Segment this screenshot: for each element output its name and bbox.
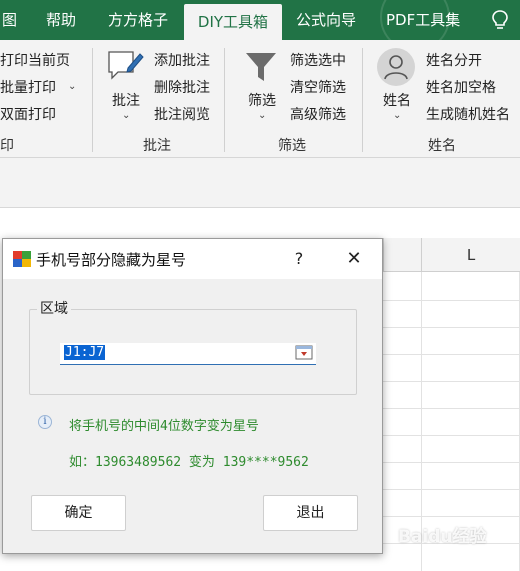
- grid-line: [383, 489, 520, 490]
- info-icon: i: [38, 415, 52, 429]
- funnel-icon[interactable]: [244, 50, 278, 84]
- chevron-down-icon[interactable]: ⌄: [393, 110, 401, 121]
- ribbon-tab-bar: 图 帮助 方方格子 DIY工具箱 公式向导 PDF工具集: [0, 0, 520, 52]
- tab-formula-wizard[interactable]: 公式向导: [296, 0, 356, 40]
- baidu-watermark: Baidu经验: [398, 527, 487, 547]
- tab-help[interactable]: 帮助: [46, 0, 76, 40]
- info-text: 将手机号的中间4位数字变为星号: [69, 419, 259, 434]
- filter-selected-button[interactable]: 筛选选中: [290, 50, 346, 70]
- name-add-space-button[interactable]: 姓名加空格: [426, 77, 496, 97]
- group-divider: [92, 48, 93, 152]
- grid-line: [383, 435, 520, 436]
- clear-filter-button[interactable]: 清空筛选: [290, 77, 346, 97]
- chevron-down-icon[interactable]: ⌄: [258, 110, 266, 121]
- grid-line: [383, 516, 520, 517]
- filter-big-button[interactable]: 筛选: [248, 90, 276, 110]
- grid-line: [383, 462, 520, 463]
- comment-big-button[interactable]: 批注: [112, 90, 140, 110]
- tab-view[interactable]: 图: [2, 0, 17, 40]
- range-group-label: 区域: [37, 298, 71, 318]
- close-button[interactable]: ✕: [341, 247, 367, 271]
- range-select-icon[interactable]: [295, 345, 313, 360]
- dialog-titlebar[interactable]: 手机号部分隐藏为星号 ? ✕: [3, 239, 382, 279]
- dialog-title: 手机号部分隐藏为星号: [36, 251, 187, 269]
- column-header[interactable]: [383, 238, 421, 272]
- filter-group-label: 筛选: [278, 138, 306, 154]
- grid-line: [383, 327, 520, 328]
- batch-print-button[interactable]: 批量打印: [0, 77, 56, 97]
- add-comment-button[interactable]: 添加批注: [154, 50, 210, 70]
- range-input[interactable]: J1:J7: [60, 343, 316, 365]
- help-button[interactable]: ?: [287, 247, 311, 271]
- tab-fangfang[interactable]: 方方格子: [108, 0, 168, 40]
- person-icon[interactable]: [376, 47, 416, 87]
- mask-phone-dialog: 手机号部分隐藏为星号 ? ✕ 区域 J1:J7 i 将手机号的中间4位数字变为星…: [2, 238, 383, 554]
- exit-button[interactable]: 退出: [263, 495, 358, 531]
- app-icon: [13, 251, 31, 267]
- grid-line: [383, 408, 520, 409]
- view-comments-button[interactable]: 批注阅览: [154, 104, 210, 124]
- column-header-l[interactable]: L: [421, 238, 520, 272]
- advanced-filter-button[interactable]: 高级筛选: [290, 104, 346, 124]
- lightbulb-icon[interactable]: [490, 9, 510, 31]
- example-text: 如：13963489562 变为 139****9562: [69, 455, 309, 470]
- tab-diy-toolbox[interactable]: DIY工具箱: [184, 4, 282, 40]
- name-big-button[interactable]: 姓名: [383, 90, 411, 110]
- split-name-button[interactable]: 姓名分开: [426, 50, 482, 70]
- group-divider: [362, 48, 363, 152]
- range-input-value: J1:J7: [64, 345, 106, 360]
- print-group-label: 印: [0, 138, 14, 154]
- tab-pdf-tools[interactable]: PDF工具集: [386, 0, 460, 40]
- grid-line: [383, 300, 520, 301]
- grid-line: [383, 381, 520, 382]
- print-current-page-button[interactable]: 打印当前页: [0, 50, 70, 70]
- comment-group-label: 批注: [143, 138, 171, 154]
- random-name-button[interactable]: 生成随机姓名: [426, 104, 510, 124]
- ok-button[interactable]: 确定: [31, 495, 126, 531]
- ribbon-panel: 打印当前页 批量打印 ⌄ 双面打印 印 批注 ⌄ 添加批注 删除批注 批注阅览 …: [0, 40, 520, 158]
- chevron-down-icon[interactable]: ⌄: [68, 81, 76, 92]
- duplex-print-button[interactable]: 双面打印: [0, 104, 56, 124]
- formula-bar-area: [0, 158, 520, 208]
- chevron-down-icon[interactable]: ⌄: [122, 110, 130, 121]
- name-group-label: 姓名: [428, 138, 456, 154]
- grid-line: [383, 354, 520, 355]
- group-divider: [224, 48, 225, 152]
- comment-pencil-icon[interactable]: [106, 48, 144, 82]
- delete-comment-button[interactable]: 删除批注: [154, 77, 210, 97]
